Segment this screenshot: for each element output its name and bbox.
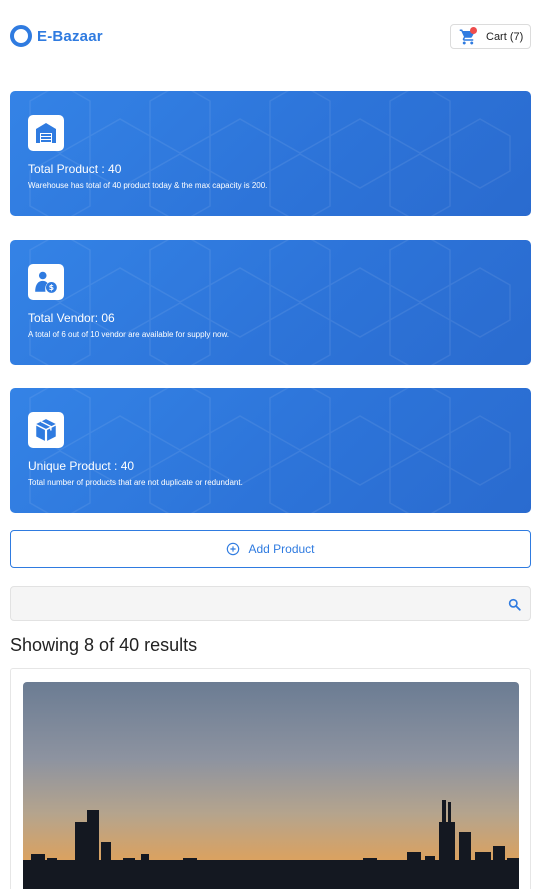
hex-pattern — [29, 388, 511, 513]
product-image[interactable] — [23, 682, 519, 889]
stat-card-total-product: Total Product : 40 Warehouse has total o… — [10, 91, 531, 216]
add-product-button[interactable]: Add Product — [10, 530, 531, 568]
vendor-icon: $ — [28, 264, 64, 300]
cart-label: Cart (7) — [486, 31, 524, 43]
search-icon[interactable] — [508, 598, 521, 611]
search-input[interactable] — [11, 587, 491, 620]
stat-title: Total Vendor: 06 — [28, 311, 115, 325]
box-icon — [28, 412, 64, 448]
product-card[interactable] — [10, 668, 531, 889]
svg-text:$: $ — [49, 283, 54, 292]
stat-description: Warehouse has total of 40 product today … — [28, 181, 268, 190]
brand-logo[interactable]: E-Bazaar — [10, 25, 103, 47]
city-skyline-image — [23, 682, 519, 889]
stat-title: Total Product : 40 — [28, 162, 122, 176]
ring-logo-icon — [10, 25, 32, 47]
cart-badge — [470, 27, 477, 34]
plus-circle-icon — [227, 542, 240, 556]
hex-pattern — [29, 91, 511, 216]
add-product-label: Add Product — [248, 542, 315, 556]
stat-description: A total of 6 out of 10 vendor are availa… — [28, 330, 230, 339]
results-count: Showing 8 of 40 results — [10, 635, 198, 655]
stat-description: Total number of products that are not du… — [28, 478, 243, 487]
stat-title: Unique Product : 40 — [28, 459, 135, 473]
warehouse-icon — [28, 115, 64, 151]
header: E-Bazaar Cart (7) — [0, 0, 541, 72]
cart-button[interactable]: Cart (7) — [450, 24, 531, 49]
hex-pattern — [29, 240, 511, 365]
brand-name: E-Bazaar — [37, 27, 103, 45]
stat-card-total-vendor: $ Total Vendor: 06 A total of 6 out of 1… — [10, 240, 531, 365]
search-bar — [10, 586, 531, 621]
stat-card-unique-product: Unique Product : 40 Total number of prod… — [10, 388, 531, 513]
